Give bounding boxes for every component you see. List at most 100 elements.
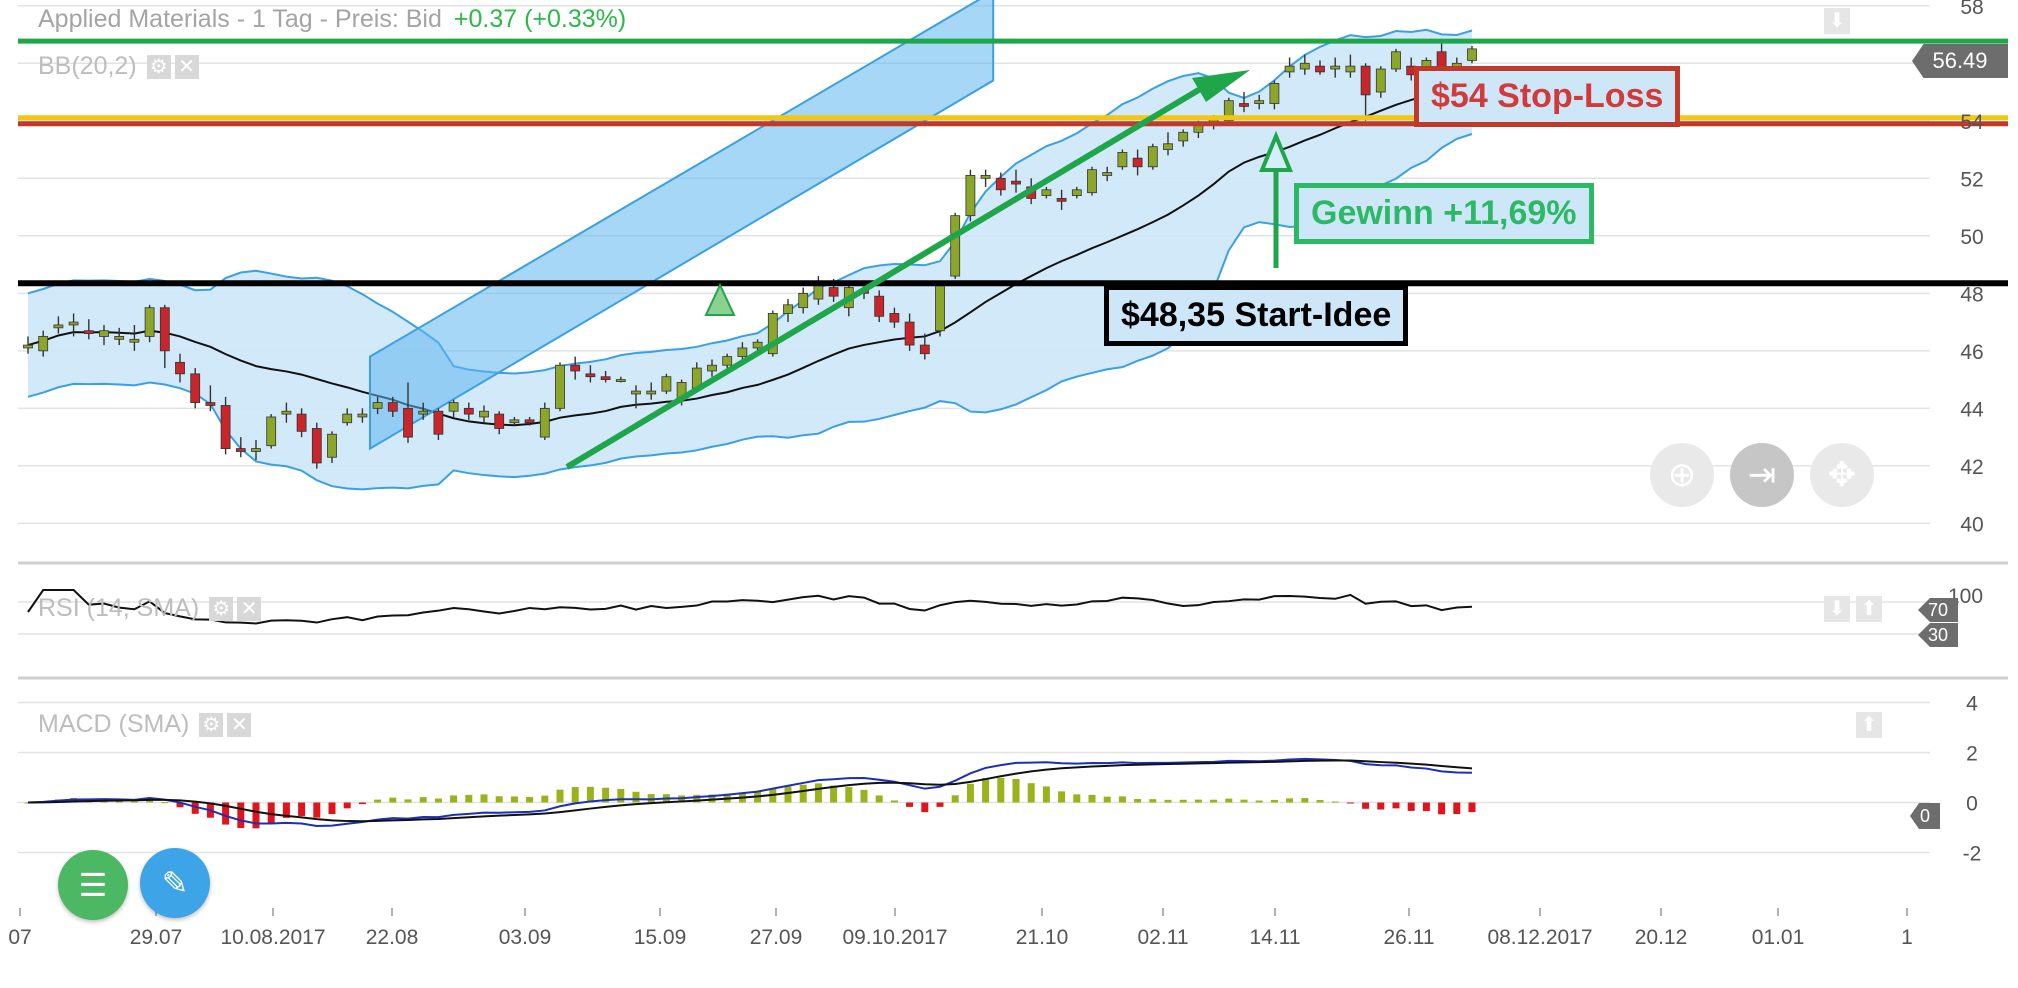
x-tick-label: 14.11 [1250, 926, 1301, 949]
candle-body [828, 287, 839, 297]
x-tick-label: 08.12.2017 [1487, 926, 1592, 949]
move-up-icon[interactable]: ⬆ [1856, 712, 1882, 738]
candle-body [99, 330, 109, 337]
x-tick-label: 09.10.2017 [842, 926, 947, 949]
bb-indicator-label: BB(20,2) ⚙ ✕ [38, 52, 199, 81]
macd-histogram-bar [1027, 783, 1035, 803]
price-tick-label: 44 [1960, 398, 1984, 421]
x-tick-label: 15.09 [634, 926, 687, 949]
candle-body [175, 361, 185, 375]
price-tick-label: 48 [1960, 283, 1983, 306]
pan-move-icon[interactable]: ✥ [1810, 443, 1874, 507]
candle-body [524, 419, 535, 424]
jump-to-end-icon[interactable]: ⇥ [1730, 443, 1794, 507]
macd-histogram-bar [951, 795, 959, 803]
macd-histogram-bar [617, 788, 625, 803]
bb-label-text: BB(20,2) [38, 52, 137, 80]
candle-body [387, 402, 398, 412]
candle-body [661, 376, 672, 392]
candle-body [904, 321, 915, 346]
macd-histogram-bar [328, 802, 336, 815]
candle-body [342, 413, 353, 424]
macd-histogram-bar [906, 802, 914, 807]
macd-histogram-bar [1331, 801, 1339, 803]
price-tick-label: 58 [1960, 0, 1983, 19]
macd-histogram-bar [814, 783, 822, 803]
candle-body [1315, 65, 1325, 73]
current-price-badge: 56.49 [1912, 44, 2008, 78]
x-tick-label: 1 [1901, 926, 1913, 949]
price-chart[interactable]: 58565452504846444240420-20729.0710.08.20… [0, 0, 2018, 988]
macd-histogram-bar [161, 802, 169, 804]
macd-histogram-bar [1316, 800, 1324, 803]
macd-histogram-bar [1118, 796, 1126, 803]
candle-body [783, 304, 793, 314]
candle-body [251, 448, 261, 452]
list-icon[interactable]: ☰ [58, 850, 128, 920]
macd-histogram-bar [465, 794, 473, 803]
candle-body [1239, 103, 1249, 107]
candle-body [296, 413, 307, 432]
candle-body [463, 407, 474, 415]
download-icon[interactable]: ⬇ [1824, 8, 1850, 34]
macd-histogram-bar [1377, 802, 1385, 810]
candle-body [83, 330, 94, 334]
candle-body [965, 175, 976, 217]
macd-histogram-bar [845, 787, 853, 803]
candle-body [1147, 146, 1158, 168]
macd-line [27, 757, 1473, 827]
close-icon[interactable]: ✕ [227, 713, 252, 738]
macd-histogram-bar [860, 789, 868, 803]
candle-body [1345, 65, 1356, 73]
x-tick-label: 07 [8, 926, 31, 949]
instrument-title: Applied Materials - 1 Tag - Preis: Bid [38, 5, 442, 33]
candle-body [266, 416, 277, 447]
candle-body [752, 341, 763, 349]
macd-histogram-bar [936, 802, 944, 807]
candle-body [798, 292, 809, 309]
macd-histogram-bar [966, 783, 974, 803]
candle-body [722, 356, 733, 366]
zoom-icon[interactable]: ⊕ [1650, 443, 1714, 507]
move-up-icon[interactable]: ⬆ [1856, 596, 1882, 622]
x-tick-label: 27.09 [750, 926, 803, 949]
macd-indicator-label: MACD (SMA) ⚙ ✕ [38, 710, 252, 739]
move-down-icon[interactable]: ⬇ [1824, 596, 1850, 622]
gear-icon[interactable]: ⚙ [199, 713, 224, 738]
candle-body [479, 410, 489, 418]
candle-body [114, 336, 125, 340]
macd-histogram-bar [921, 802, 929, 813]
chart-title: Applied Materials - 1 Tag - Preis: Bid +0… [38, 5, 626, 34]
macd-histogram-bar [1453, 802, 1461, 815]
candle-body [950, 215, 961, 277]
macd-histogram-bar [130, 801, 138, 803]
start-idea-annotation: $48,35 Start-Idee [1104, 285, 1409, 346]
macd-histogram-bar [526, 796, 534, 803]
macd-histogram-bar [343, 802, 351, 809]
macd-histogram-bar [1073, 794, 1081, 803]
x-tick-label: 20.12 [1635, 926, 1688, 949]
candle-body [1117, 152, 1128, 168]
bollinger-bands [27, 28, 1473, 491]
gear-icon[interactable]: ⚙ [146, 55, 171, 80]
candle-body [570, 364, 581, 372]
gear-icon[interactable]: ⚙ [209, 597, 234, 622]
candle-body [1375, 68, 1386, 93]
candle-body [1391, 51, 1401, 70]
macd-tick-label: -2 [1963, 843, 1982, 866]
price-tick-label: 40 [1960, 513, 1983, 536]
candle-body [1254, 100, 1265, 104]
price-tick-label: 52 [1960, 168, 1983, 191]
macd-histogram-bar [1270, 799, 1278, 803]
candle-body [235, 448, 246, 452]
macd-histogram-bar [1164, 799, 1172, 803]
price-tick-label: 46 [1960, 341, 1983, 364]
macd-histogram-bar [890, 800, 898, 803]
macd-histogram-bar [1240, 799, 1248, 803]
close-icon[interactable]: ✕ [174, 55, 199, 80]
candle-body [281, 410, 292, 415]
macd-histogram-bar [389, 797, 397, 803]
candle-body [311, 428, 322, 464]
close-icon[interactable]: ✕ [237, 597, 262, 622]
pencil-icon[interactable]: ✎ [140, 848, 210, 918]
